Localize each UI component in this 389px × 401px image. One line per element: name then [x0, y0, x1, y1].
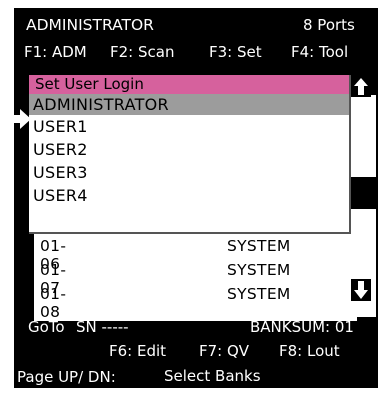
f4-tool-key[interactable]: F4: Tool — [291, 43, 348, 61]
scroll-down-button[interactable] — [351, 279, 371, 301]
scrollbar-thumb[interactable] — [350, 177, 376, 209]
popup-title-bar: Set User Login — [29, 75, 349, 94]
port-id: 01-08 — [40, 285, 67, 321]
osd-window: ADMINISTRATOR 8 Ports F1: ADM F2: Scan F… — [8, 8, 378, 388]
f1-adm-key[interactable]: F1: ADM — [24, 43, 87, 61]
port-count: 8 Ports — [303, 16, 355, 34]
header-title: ADMINISTRATOR — [26, 16, 154, 34]
user-option-user3[interactable]: USER3 — [33, 163, 88, 182]
port-name: SYSTEM — [227, 285, 291, 303]
set-user-login-popup: Set User Login ADMINISTRATOR USER1 USER2… — [29, 75, 351, 234]
sn-field: SN ----- — [76, 318, 129, 336]
user-option-user1[interactable]: USER1 — [33, 117, 88, 136]
popup-title: Set User Login — [35, 75, 144, 93]
pointer-arrow-icon — [8, 109, 31, 129]
user-option-user4[interactable]: USER4 — [33, 186, 88, 205]
user-option-user2[interactable]: USER2 — [33, 140, 88, 159]
goto-label[interactable]: GoTo — [28, 318, 65, 336]
select-banks-label: Select Banks — [164, 367, 261, 385]
f7-qv-key[interactable]: F7: QV — [199, 342, 249, 360]
scroll-up-icon — [351, 75, 371, 97]
f2-scan-key[interactable]: F2: Scan — [110, 43, 174, 61]
f6-edit-key[interactable]: F6: Edit — [109, 342, 166, 360]
scroll-down-icon — [351, 279, 371, 301]
page-updown-label: Page UP/ DN: — [17, 368, 116, 386]
port-name: SYSTEM — [227, 261, 291, 279]
f8-lout-key[interactable]: F8: Lout — [279, 342, 340, 360]
banksum-label: BANKSUM: 01 — [250, 318, 354, 336]
user-option-administrator[interactable]: ADMINISTRATOR — [33, 95, 169, 114]
scroll-up-button[interactable] — [351, 75, 371, 97]
port-name: SYSTEM — [227, 237, 291, 255]
f3-set-key[interactable]: F3: Set — [209, 43, 262, 61]
